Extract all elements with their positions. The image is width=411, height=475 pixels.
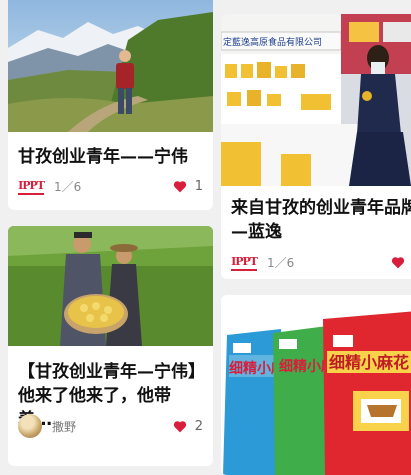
card-2-meta: IPPT 1／6 1 (231, 252, 411, 272)
heart-icon (173, 420, 186, 432)
card-3-meta: 撒野 2 (18, 412, 203, 440)
gallery-stamp-icon: IPPT (231, 253, 258, 271)
card-3-like-button[interactable]: 2 (173, 419, 203, 434)
feed-card-4[interactable]: 细精小麻花 细精小麻花 细精小麻花 (221, 295, 411, 475)
card-4-image[interactable]: 细精小麻花 细精小麻花 细精小麻花 (221, 295, 411, 475)
card-2-image[interactable]: 定藍逸高原食品有限公司 (221, 14, 411, 186)
feed-card-3[interactable]: 【甘孜创业青年—宁伟】 他来了他来了，他带着… 撒野 2 (8, 226, 213, 466)
card-3-author[interactable]: 撒野 (52, 418, 76, 435)
card-3-image[interactable] (8, 226, 213, 346)
card-1-like-button[interactable]: 1 (173, 179, 203, 194)
card-2-title[interactable]: 来自甘孜的创业青年品牌 —蓝逸 (231, 196, 411, 244)
heart-icon (391, 256, 404, 268)
author-avatar[interactable] (18, 414, 42, 438)
card-2-title-line-2: —蓝逸 (231, 222, 282, 242)
feed-card-1[interactable]: 甘孜创业青年——宁伟 IPPT 1／6 1 (8, 0, 213, 210)
feed-card-2[interactable]: 定藍逸高原食品有限公司 来自甘孜的创业青年品牌 —蓝逸 IPPT 1／6 (221, 14, 411, 279)
package-text-3: 细精小麻花 (329, 353, 409, 372)
card-2-like-button[interactable]: 1 (391, 255, 411, 270)
heart-icon (173, 180, 186, 192)
card-2-photo-count: 1／6 (267, 255, 295, 270)
card-1-title[interactable]: 甘孜创业青年——宁伟 (18, 145, 203, 169)
gallery-stamp-icon: IPPT (18, 177, 45, 195)
card-3-title-line-1: 【甘孜创业青年—宁伟】 (18, 362, 205, 382)
card-2-title-line-1: 来自甘孜的创业青年品牌 (231, 198, 411, 218)
card-1-like-count: 1 (194, 178, 203, 194)
card-1-title-line-1: 甘孜创业青年——宁伟 (18, 147, 188, 167)
card-1-photo-count: 1／6 (54, 179, 82, 194)
card-3-like-count: 2 (194, 418, 203, 434)
card-1-image[interactable] (8, 0, 213, 132)
card-1-meta: IPPT 1／6 1 (18, 176, 203, 196)
booth-sign-text: 定藍逸高原食品有限公司 (223, 36, 322, 48)
